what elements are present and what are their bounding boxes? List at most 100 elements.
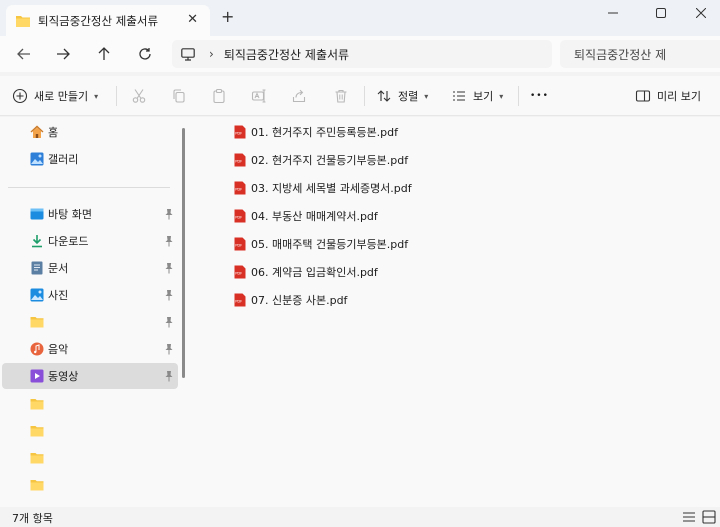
plus-circle-icon	[12, 88, 28, 104]
forward-button[interactable]	[51, 42, 75, 66]
copy-button[interactable]	[167, 84, 191, 108]
tab-bar: 퇴직금중간정산 제출서류 ✕ +	[0, 0, 720, 36]
sidebar-item-music[interactable]: 음악	[2, 336, 178, 362]
tab-active[interactable]: 퇴직금중간정산 제출서류 ✕	[6, 5, 210, 36]
sidebar-item-folder[interactable]	[2, 391, 178, 417]
file-item[interactable]: PDF 07. 신분증 사본.pdf	[234, 290, 347, 310]
tab-close-button[interactable]: ✕	[187, 12, 198, 27]
status-bar: 7개 항목	[0, 507, 720, 527]
svg-text:PDF: PDF	[235, 132, 242, 136]
sort-label: 정렬	[398, 90, 419, 103]
scissors-icon	[132, 89, 146, 103]
new-button[interactable]: 새로 만들기 ▾	[12, 84, 98, 108]
file-item[interactable]: PDF 02. 현거주지 건물등기부등본.pdf	[234, 150, 408, 170]
navigation-pane: 홈 갤러리 바탕 화면 다운로드 문서 사진 음악 동영상	[0, 117, 190, 507]
file-name: 07. 신분증 사본.pdf	[251, 294, 348, 307]
home-icon	[30, 125, 44, 138]
sidebar-item-desktop[interactable]: 바탕 화면	[2, 201, 178, 227]
maximize-button[interactable]	[646, 3, 676, 23]
cut-button[interactable]	[127, 84, 151, 108]
file-item[interactable]: PDF 01. 현거주지 주민등록등본.pdf	[234, 122, 398, 142]
minimize-button[interactable]	[598, 3, 628, 23]
clipboard-icon	[213, 88, 225, 104]
back-button[interactable]	[12, 42, 36, 66]
refresh-icon	[139, 48, 151, 60]
folder-icon	[30, 453, 44, 464]
divider	[364, 86, 365, 106]
sidebar-scrollbar[interactable]	[182, 128, 185, 378]
refresh-button[interactable]	[133, 42, 157, 66]
arrow-left-icon	[17, 48, 30, 60]
command-bar: 새로 만들기 ▾ 정렬 ▾ 보기 ▾ ••• 미리 보기	[0, 76, 720, 116]
file-item[interactable]: PDF 03. 지방세 세목별 과세증명서.pdf	[234, 178, 412, 198]
sidebar-item-folder[interactable]	[2, 472, 178, 498]
search-placeholder: 퇴직금중간정산 제	[574, 47, 667, 62]
pdf-icon: PDF	[234, 125, 246, 139]
preview-pane-icon	[635, 90, 651, 102]
sidebar-item-gallery[interactable]: 갤러리	[2, 146, 178, 172]
pin-icon[interactable]	[164, 235, 174, 247]
file-name: 05. 매매주택 건물등기부등본.pdf	[251, 238, 409, 251]
file-name: 01. 현거주지 주민등록등본.pdf	[251, 126, 399, 139]
sidebar-item-label: 갤러리	[48, 153, 79, 166]
more-icon: •••	[530, 91, 549, 101]
breadcrumb-current[interactable]: 퇴직금중간정산 제출서류	[224, 46, 349, 63]
sidebar-item-folder[interactable]	[2, 309, 178, 335]
sort-button[interactable]: 정렬 ▾	[376, 84, 428, 108]
pin-icon[interactable]	[164, 208, 174, 220]
desktop-icon	[30, 208, 44, 220]
more-options-button[interactable]: •••	[530, 84, 549, 108]
address-bar[interactable]: › 퇴직금중간정산 제출서류	[172, 40, 552, 68]
divider	[116, 86, 117, 106]
details-view-icon[interactable]	[682, 510, 696, 524]
sidebar-item-videos[interactable]: 동영상	[2, 363, 178, 389]
document-icon	[31, 261, 43, 275]
sidebar-item-folder[interactable]	[2, 445, 178, 471]
sidebar-item-label: 동영상	[48, 370, 79, 383]
folder-icon	[30, 426, 44, 437]
sidebar-item-folder[interactable]	[2, 418, 178, 444]
search-box[interactable]: 퇴직금중간정산 제	[560, 40, 720, 68]
chevron-down-icon: ▾	[424, 91, 429, 101]
paste-button[interactable]	[207, 84, 231, 108]
chevron-down-icon: ▾	[499, 91, 504, 101]
pin-icon[interactable]	[164, 343, 174, 355]
file-item[interactable]: PDF 06. 계약금 입금확인서.pdf	[234, 262, 378, 282]
svg-text:PDF: PDF	[235, 216, 242, 220]
chevron-down-icon: ▾	[94, 91, 99, 101]
view-button[interactable]: 보기 ▾	[451, 84, 503, 108]
pin-icon[interactable]	[164, 289, 174, 301]
tab-title: 퇴직금중간정산 제출서류	[38, 13, 159, 28]
share-icon	[292, 89, 306, 103]
up-button[interactable]	[92, 42, 116, 66]
svg-text:PDF: PDF	[235, 160, 242, 164]
pin-icon[interactable]	[164, 370, 174, 382]
file-item[interactable]: PDF 04. 부동산 매매계약서.pdf	[234, 206, 378, 226]
folder-icon	[16, 15, 30, 27]
sidebar-divider	[8, 187, 170, 188]
close-icon	[696, 8, 706, 18]
folder-icon	[30, 480, 44, 491]
svg-text:PDF: PDF	[235, 244, 242, 248]
file-item[interactable]: PDF 05. 매매주택 건물등기부등본.pdf	[234, 234, 408, 254]
sidebar-item-pictures[interactable]: 사진	[2, 282, 178, 308]
sidebar-item-home[interactable]: 홈	[2, 119, 178, 145]
close-window-button[interactable]	[686, 3, 716, 23]
preview-pane-button[interactable]: 미리 보기	[635, 84, 701, 108]
sidebar-item-label: 사진	[48, 289, 69, 302]
pin-icon[interactable]	[164, 316, 174, 328]
delete-button[interactable]	[329, 84, 353, 108]
pdf-icon: PDF	[234, 181, 246, 195]
sidebar-item-label: 바탕 화면	[48, 208, 92, 221]
music-icon	[30, 342, 44, 356]
rename-button[interactable]	[247, 84, 271, 108]
view-list-icon	[453, 91, 465, 101]
pdf-icon: PDF	[234, 209, 246, 223]
trash-icon	[335, 89, 347, 103]
new-tab-button[interactable]: +	[221, 9, 234, 25]
sidebar-item-downloads[interactable]: 다운로드	[2, 228, 178, 254]
pin-icon[interactable]	[164, 262, 174, 274]
sidebar-item-documents[interactable]: 문서	[2, 255, 178, 281]
share-button[interactable]	[287, 84, 311, 108]
tiles-view-icon[interactable]	[702, 510, 716, 524]
